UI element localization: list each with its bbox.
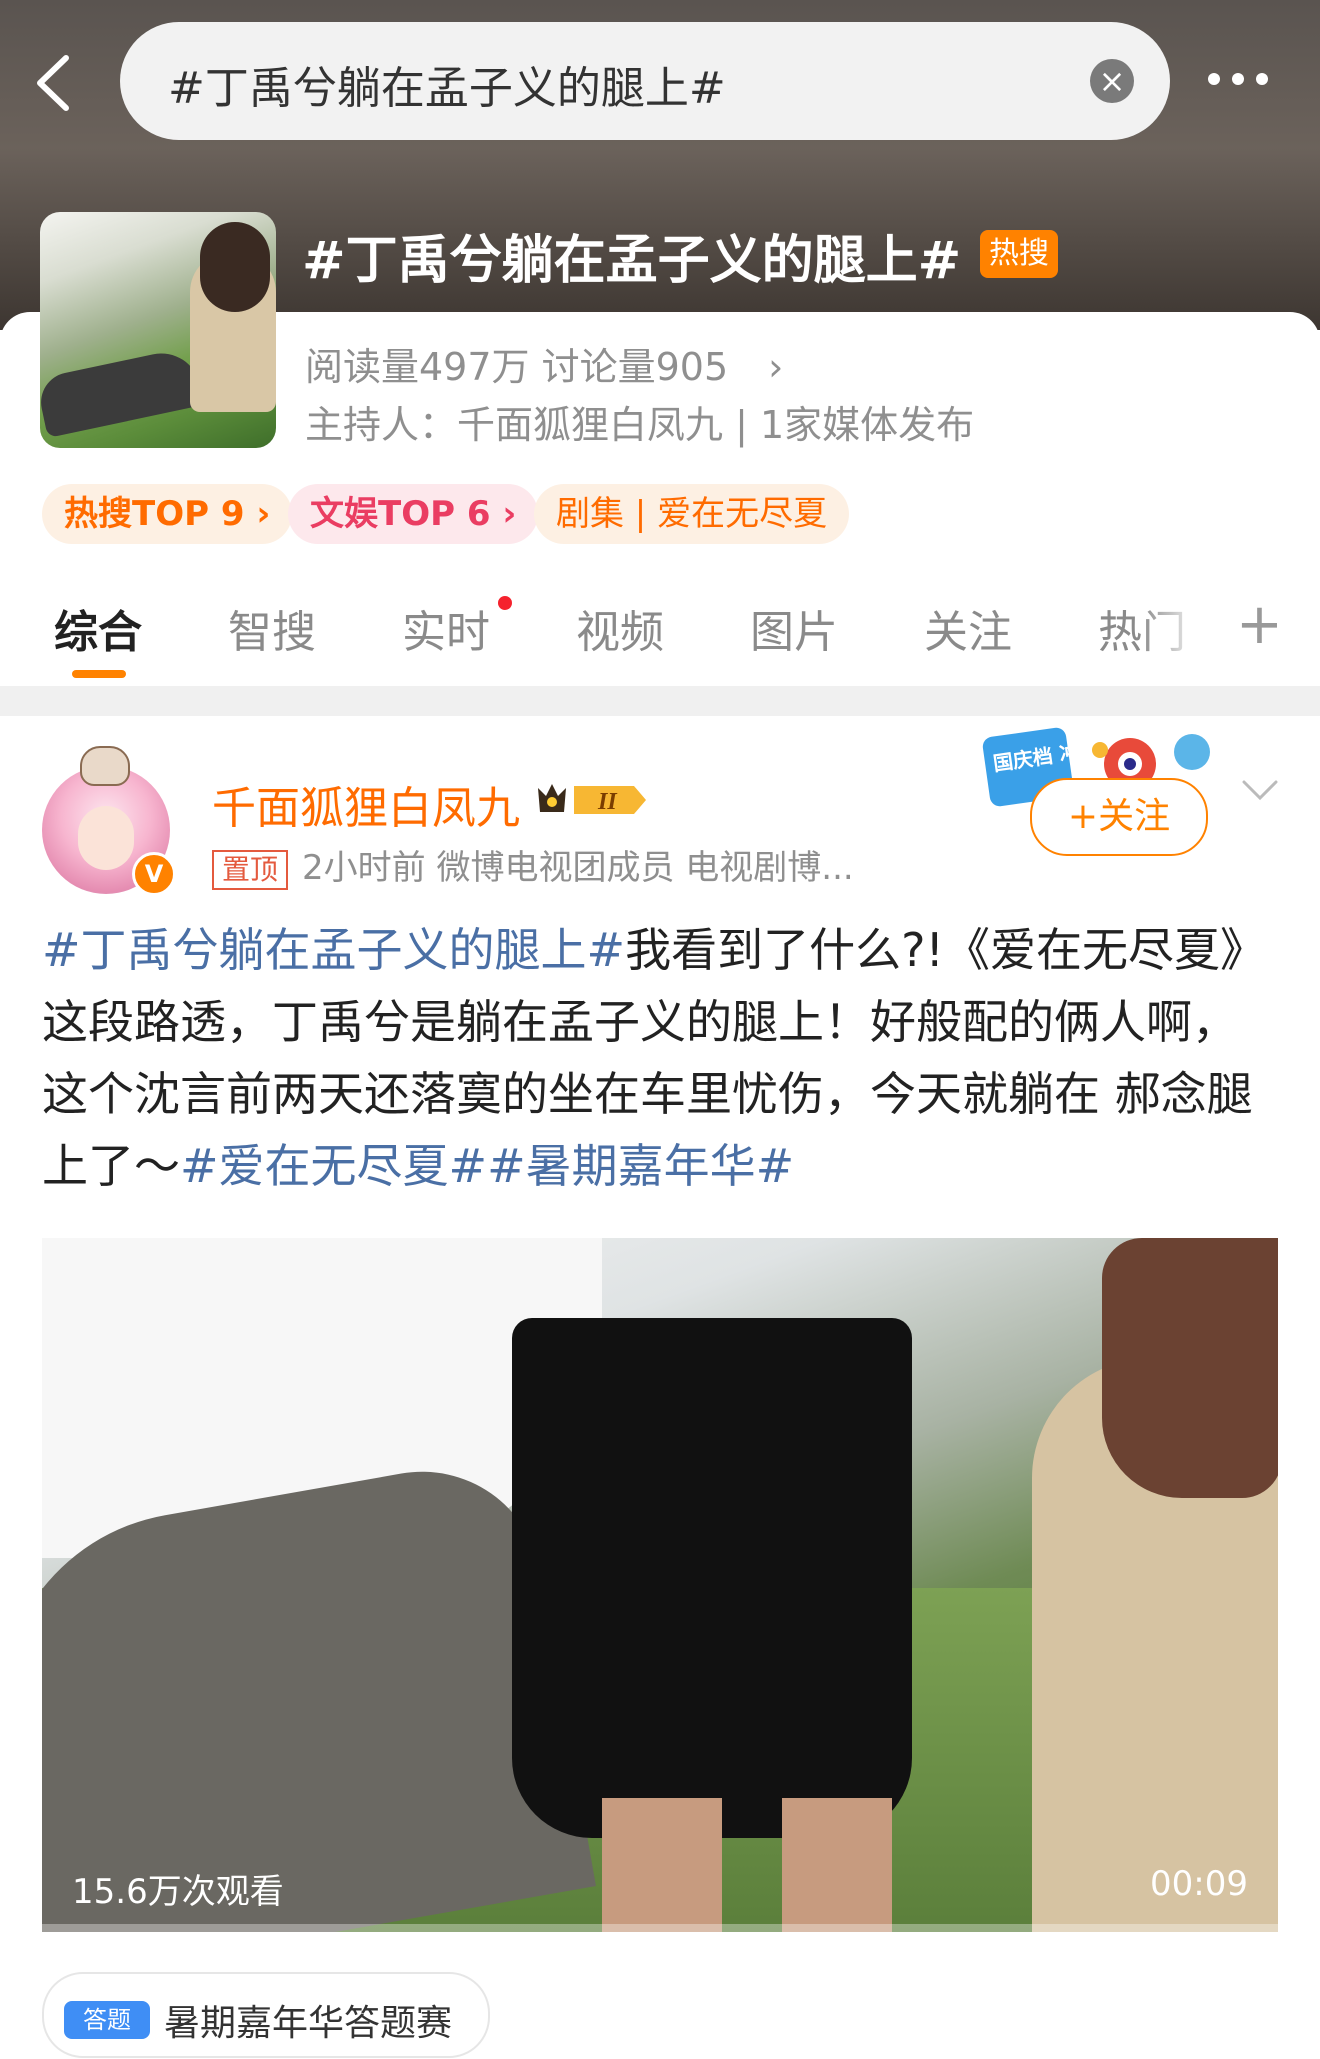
topic-thumbnail[interactable] [40, 212, 276, 448]
tab-fade-overlay [1140, 590, 1230, 670]
more-options-button[interactable] [1208, 70, 1280, 90]
chevron-down-icon[interactable] [1240, 770, 1280, 810]
pinned-badge: 置顶 [212, 850, 289, 890]
chevron-right-icon: › [768, 345, 784, 389]
chip-hot-rank[interactable]: 热搜TOP 9 › [42, 484, 293, 544]
topic-stats[interactable]: 阅读量497万 讨论量905 › [305, 336, 783, 391]
new-dot-badge [498, 596, 512, 610]
active-tab-indicator [72, 670, 126, 678]
tab-bar: 综合 智搜 实时 视频 图片 关注 热门 [0, 586, 1320, 686]
hot-badge: 热搜 [980, 230, 1058, 278]
username[interactable]: 千面狐狸白凤九 [212, 772, 520, 836]
tab-realtime[interactable]: 实时 [402, 596, 490, 660]
tab-video[interactable]: 视频 [576, 596, 664, 660]
tab-pictures[interactable]: 图片 [750, 596, 838, 660]
video-progress-bar[interactable] [42, 1924, 1278, 1932]
avatar-cat-decoration [80, 746, 130, 786]
add-tab-button[interactable]: + [1236, 592, 1283, 657]
quiz-tag-text: 暑期嘉年华答题赛 [164, 2003, 453, 2044]
follow-button[interactable]: +关注 [1030, 778, 1208, 856]
post-meta: 置顶 2小时前 微博电视团成员 电视剧博... [212, 840, 854, 890]
chip-ent-rank[interactable]: 文娱TOP 6 › [288, 484, 539, 544]
svg-text:II: II [597, 789, 618, 815]
search-query-text: #丁禹兮躺在孟子义的腿上# [168, 63, 726, 114]
tab-comprehensive[interactable]: 综合 [54, 596, 142, 660]
video-view-count: 15.6万次观看 [72, 1872, 284, 1912]
chip-drama[interactable]: 剧集 | 爱在无尽夏 [534, 484, 850, 544]
video-duration: 00:09 [1150, 1864, 1248, 1904]
level-badge-icon: II [538, 784, 646, 815]
more-horizontal-icon [1208, 73, 1220, 85]
close-circle-icon[interactable]: × [1090, 59, 1134, 103]
post-text: #丁禹兮躺在孟子义的腿上#我看到了什么?!《爱在无尽夏》这段路透，丁禹兮是躺在孟… [42, 914, 1282, 1202]
verified-icon: V [132, 852, 176, 896]
tab-smart-search[interactable]: 智搜 [228, 596, 316, 660]
tab-following[interactable]: 关注 [924, 596, 1012, 660]
topic-link[interactable]: #丁禹兮躺在孟子义的腿上# [42, 923, 625, 977]
topic-title: #丁禹兮躺在孟子义的腿上# [302, 231, 962, 291]
search-input[interactable]: #丁禹兮躺在孟子义的腿上# × [120, 22, 1170, 140]
topic-stats-text: 阅读量497万 讨论量905 [305, 345, 729, 389]
section-divider [0, 686, 1320, 716]
quiz-tag[interactable]: 答题 暑期嘉年华答题赛 [42, 1972, 491, 2058]
topic-host: 主持人：千面狐狸白凤九 | 1家媒体发布 [305, 403, 975, 447]
chevron-left-icon [37, 55, 69, 111]
post-meta-text: 2小时前 微博电视团成员 电视剧博... [302, 848, 854, 888]
video-player[interactable]: 15.6万次观看 00:09 [42, 1238, 1278, 1932]
back-button[interactable] [30, 48, 78, 118]
topic-link[interactable]: #爱在无尽夏##暑期嘉年华# [180, 1139, 794, 1193]
quiz-icon: 答题 [64, 2001, 150, 2039]
